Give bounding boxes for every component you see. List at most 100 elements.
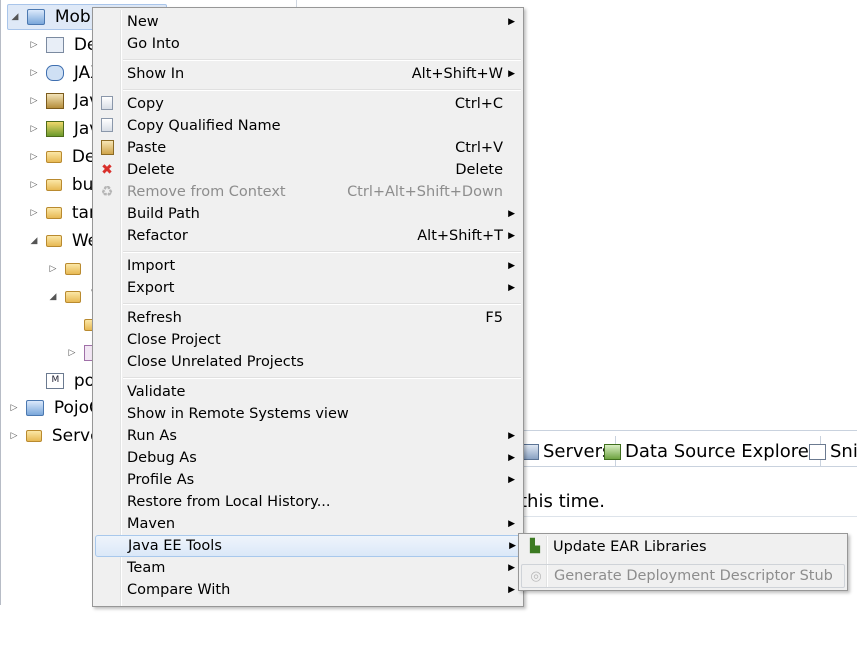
menu-item-label: Copy Qualified Name (127, 118, 281, 134)
menu-item-label: Java EE Tools (128, 538, 222, 554)
menu-item-copy-qualified-name[interactable]: Copy Qualified Name (95, 115, 521, 137)
maven-file-icon: M (46, 373, 65, 389)
menu-item-shortcut: Delete (455, 162, 503, 178)
menu-item-validate[interactable]: Validate (95, 381, 521, 403)
menu-separator (123, 377, 521, 379)
menu-item-shortcut: Alt+Shift+W (411, 66, 503, 82)
menu-item-maven[interactable]: Maven ▶ (95, 513, 521, 535)
menu-item-team[interactable]: Team ▶ (95, 557, 521, 579)
servers-icon (522, 444, 539, 460)
expand-arrow-icon[interactable]: ▷ (7, 396, 21, 420)
menu-item-export[interactable]: Export ▶ (95, 277, 521, 299)
menu-item-label: New (127, 14, 159, 30)
menu-separator (123, 303, 521, 305)
expand-arrow-icon[interactable]: ▷ (27, 173, 41, 197)
menu-item-label: Show in Remote Systems view (127, 406, 349, 422)
folder-icon (65, 263, 82, 275)
menu-item-label: Show In (127, 66, 185, 82)
menu-item-copy[interactable]: Copy Ctrl+C (95, 93, 521, 115)
menu-item-shortcut: Ctrl+Alt+Shift+Down (347, 184, 503, 200)
collapse-arrow-icon[interactable]: ◢ (27, 229, 41, 253)
panel-message: this time. (520, 491, 605, 512)
data-source-icon (604, 444, 621, 460)
expand-arrow-icon[interactable]: ▷ (27, 117, 41, 141)
snippets-icon (809, 444, 826, 460)
menu-item-label: Validate (127, 384, 186, 400)
expand-arrow-icon[interactable]: ▷ (27, 89, 41, 113)
tab-data-source-explorer[interactable]: Data Source Explorer (602, 436, 822, 466)
jax-icon (46, 65, 65, 81)
menu-item-label: Compare With (127, 582, 231, 598)
submenu-item-generate-deployment-descriptor-stub: ◎ Generate Deployment Descriptor Stub (521, 564, 845, 588)
menu-item-build-path[interactable]: Build Path ▶ (95, 203, 521, 225)
menu-item-new[interactable]: New ▶ (95, 11, 521, 33)
expand-arrow-icon[interactable]: ▷ (27, 61, 41, 85)
menu-item-show-in[interactable]: Show In Alt+Shift+W ▶ (95, 63, 521, 85)
library-icon (46, 121, 65, 137)
collapse-arrow-icon[interactable]: ◢ (8, 5, 22, 29)
project-icon (26, 400, 45, 416)
menu-item-compare-with[interactable]: Compare With ▶ (95, 579, 521, 601)
submenu-arrow-icon: ▶ (508, 475, 515, 485)
menu-item-restore-from-local-history[interactable]: Restore from Local History... (95, 491, 521, 513)
tab-label: Sni (830, 441, 857, 462)
menu-item-refactor[interactable]: Refactor Alt+Shift+T ▶ (95, 225, 521, 247)
expand-arrow-icon[interactable]: ▷ (27, 33, 41, 57)
submenu-arrow-icon: ▶ (508, 283, 515, 293)
menu-item-remove-from-context: ♻ Remove from Context Ctrl+Alt+Shift+Dow… (95, 181, 521, 203)
menu-item-label: Close Project (127, 332, 221, 348)
submenu-arrow-icon: ▶ (508, 585, 515, 595)
project-icon (27, 9, 46, 25)
menu-item-profile-as[interactable]: Profile As ▶ (95, 469, 521, 491)
ear-libraries-icon: ▙ (530, 539, 540, 554)
folder-open-icon (65, 291, 82, 303)
menu-item-label: Maven (127, 516, 176, 532)
menu-item-label: Restore from Local History... (127, 494, 331, 510)
menu-item-go-into[interactable]: Go Into (95, 33, 521, 55)
menu-item-java-ee-tools[interactable]: Java EE Tools ▶ (95, 535, 523, 557)
delete-icon: ✖ (101, 162, 113, 178)
expand-arrow-icon[interactable]: ▷ (27, 145, 41, 169)
java-ee-tools-submenu: ▙ Update EAR Libraries ◎ Generate Deploy… (518, 533, 848, 591)
menu-item-label: Refresh (127, 310, 182, 326)
menu-separator (123, 59, 521, 61)
copy-icon (101, 96, 113, 110)
menu-item-import[interactable]: Import ▶ (95, 255, 521, 277)
menu-item-label: Export (127, 280, 175, 296)
tree-item[interactable]: ▷ JAX (27, 61, 102, 85)
folder-open-icon (46, 235, 63, 247)
menu-item-run-as[interactable]: Run As ▶ (95, 425, 521, 447)
submenu-item-update-ear-libraries[interactable]: ▙ Update EAR Libraries (521, 535, 843, 559)
submenu-arrow-icon: ▶ (508, 69, 515, 79)
menu-item-shortcut: F5 (485, 310, 503, 326)
menu-item-label: Close Unrelated Projects (127, 354, 304, 370)
tree-item[interactable]: ▷ PojoG (7, 396, 103, 420)
expand-arrow-icon[interactable]: ▷ (7, 424, 21, 448)
copy-qualified-icon (101, 118, 113, 132)
menu-item-label: Team (127, 560, 166, 576)
menu-item-delete[interactable]: ✖ Delete Delete (95, 159, 521, 181)
menu-separator (123, 251, 521, 253)
menu-item-close-unrelated-projects[interactable]: Close Unrelated Projects (95, 351, 521, 373)
expand-arrow-icon[interactable]: ▷ (27, 201, 41, 225)
menu-item-show-in-remote-systems[interactable]: Show in Remote Systems view (95, 403, 521, 425)
deployed-resources-icon (46, 151, 63, 163)
tree-item[interactable]: ◢ We (27, 229, 99, 253)
tab-snippets[interactable]: Sni (807, 436, 857, 466)
folder-icon (46, 207, 63, 219)
menu-item-shortcut: Ctrl+C (454, 96, 503, 112)
java-resources-icon (46, 93, 65, 109)
menu-item-refresh[interactable]: Refresh F5 (95, 307, 521, 329)
menu-item-label: Import (127, 258, 176, 274)
expand-arrow-icon[interactable]: ▷ (65, 341, 79, 365)
collapse-arrow-icon[interactable]: ◢ (46, 285, 60, 309)
menu-item-close-project[interactable]: Close Project (95, 329, 521, 351)
descriptor-stub-icon: ◎ (530, 569, 542, 584)
menu-item-label: Run As (127, 428, 177, 444)
tab-label: Data Source Explorer (625, 441, 817, 462)
menu-item-paste[interactable]: Paste Ctrl+V (95, 137, 521, 159)
context-menu: New ▶ Go Into Show In Alt+Shift+W ▶ Copy… (92, 7, 524, 607)
expand-arrow-icon[interactable]: ▷ (46, 257, 60, 281)
menu-item-debug-as[interactable]: Debug As ▶ (95, 447, 521, 469)
submenu-arrow-icon: ▶ (509, 541, 516, 551)
